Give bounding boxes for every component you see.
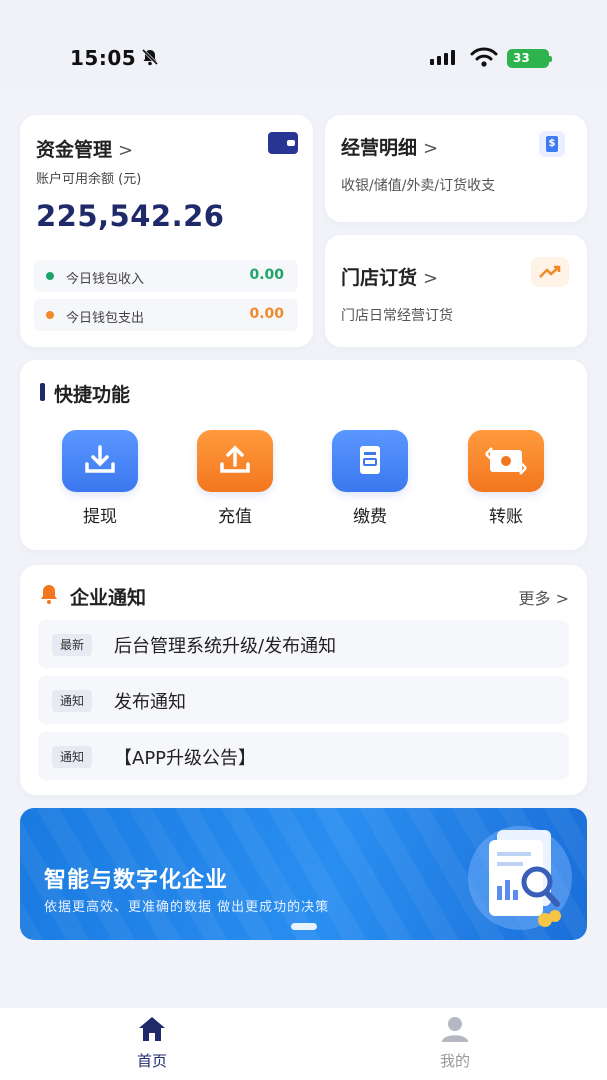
report-magnifier-illustration xyxy=(468,826,572,930)
quick-item-recharge[interactable]: 充值 xyxy=(195,430,275,527)
balance-amount: 225,542.26 xyxy=(36,199,225,233)
quick-item-transfer[interactable]: 转账 xyxy=(466,430,546,527)
enterprise-notice-card: 企业通知 更多 > 最新 后台管理系统升级/发布通知 通知 发布通知 通知 【A… xyxy=(20,565,587,795)
operations-card[interactable]: 经营明细 > $ 收银/储值/外卖/订货收支 xyxy=(325,115,587,222)
trend-up-icon xyxy=(531,257,569,287)
banner-headline: 智能与数字化企业 xyxy=(44,868,229,893)
more-link[interactable]: 更多 > xyxy=(518,585,569,609)
banner-tagline: 依据更高效、更准确的数据 做出更成功的决策 xyxy=(44,900,330,915)
notice-item[interactable]: 通知 【APP升级公告】 xyxy=(38,732,569,780)
income-row: 今日钱包收入 0.00 xyxy=(34,260,298,292)
operations-title-row[interactable]: 经营明细 > xyxy=(341,133,438,160)
store-order-title-row[interactable]: 门店订货 > xyxy=(341,263,438,290)
wifi-icon xyxy=(470,47,498,67)
bell-icon xyxy=(41,585,57,604)
quick-item-label: 提现 xyxy=(83,507,117,527)
chevron-right-icon: > xyxy=(555,589,569,608)
notice-tag: 通知 xyxy=(52,690,93,712)
status-bar: 15:05 33 xyxy=(0,0,607,110)
more-label: 更多 xyxy=(518,589,551,608)
dollar-document-icon: $ xyxy=(539,131,565,157)
store-order-title: 门店订货 xyxy=(341,267,418,289)
notice-text: 【APP升级公告】 xyxy=(114,748,257,769)
battery-indicator: 33 xyxy=(507,49,552,68)
operations-title: 经营明细 xyxy=(341,137,418,159)
funds-title: 资金管理 xyxy=(36,139,113,161)
quick-item-pay-bills[interactable]: 缴费 xyxy=(330,430,410,527)
quick-functions-title: 快捷功能 xyxy=(40,380,130,407)
quick-item-label: 缴费 xyxy=(353,507,387,527)
funds-card[interactable]: 资金管理 > 账户可用余额 (元) 225,542.26 今日钱包收入 0.00 … xyxy=(20,115,313,347)
bill-icon[interactable] xyxy=(332,430,408,492)
expense-label: 今日钱包支出 xyxy=(66,311,145,326)
tab-home[interactable]: 首页 xyxy=(102,1014,202,1071)
promo-banner[interactable]: 智能与数字化企业 依据更高效、更准确的数据 做出更成功的决策 xyxy=(20,808,587,940)
notice-text: 发布通知 xyxy=(114,692,186,713)
expense-value: 0.00 xyxy=(249,306,284,322)
funds-title-row[interactable]: 资金管理 > xyxy=(36,135,133,162)
income-dot xyxy=(46,272,54,280)
notice-text: 后台管理系统升级/发布通知 xyxy=(114,636,337,657)
store-order-card[interactable]: 门店订货 > 门店日常经营订货 xyxy=(325,235,587,347)
quick-item-label: 充值 xyxy=(218,507,252,527)
notice-title: 企业通知 xyxy=(70,587,147,609)
chevron-right-icon: > xyxy=(118,140,134,161)
tab-profile[interactable]: 我的 xyxy=(405,1014,505,1071)
income-value: 0.00 xyxy=(249,267,284,283)
upload-tray-icon[interactable] xyxy=(197,430,273,492)
banner-pager-indicator[interactable] xyxy=(291,923,317,930)
balance-caption: 账户可用余额 (元) xyxy=(36,172,142,187)
status-time: 15:05 xyxy=(70,46,137,70)
bell-off-icon xyxy=(141,48,159,66)
tab-label: 我的 xyxy=(439,1052,470,1070)
quick-functions-card: 快捷功能 提现 充值 缴费 转账 xyxy=(20,360,587,550)
tab-label: 首页 xyxy=(136,1052,167,1070)
user-icon xyxy=(442,1017,468,1042)
notice-tag: 通知 xyxy=(52,746,93,768)
expense-row: 今日钱包支出 0.00 xyxy=(34,299,298,331)
income-label: 今日钱包收入 xyxy=(66,272,145,287)
money-transfer-icon[interactable] xyxy=(468,430,544,492)
notice-tag: 最新 xyxy=(52,634,93,656)
bottom-tab-bar: 首页 我的 xyxy=(0,1008,607,1080)
signal-icon xyxy=(430,50,455,65)
chevron-right-icon: > xyxy=(423,268,439,289)
home-icon xyxy=(139,1017,165,1041)
notice-item[interactable]: 最新 后台管理系统升级/发布通知 xyxy=(38,620,569,668)
quick-item-withdraw[interactable]: 提现 xyxy=(60,430,140,527)
notice-item[interactable]: 通知 发布通知 xyxy=(38,676,569,724)
store-order-subtitle: 门店日常经营订货 xyxy=(341,308,453,324)
chevron-right-icon: > xyxy=(423,138,439,159)
operations-subtitle: 收银/储值/外卖/订货收支 xyxy=(341,178,496,194)
quick-item-label: 转账 xyxy=(489,507,523,527)
expense-dot xyxy=(46,311,54,319)
wallet-icon xyxy=(268,132,298,154)
download-tray-icon[interactable] xyxy=(62,430,138,492)
